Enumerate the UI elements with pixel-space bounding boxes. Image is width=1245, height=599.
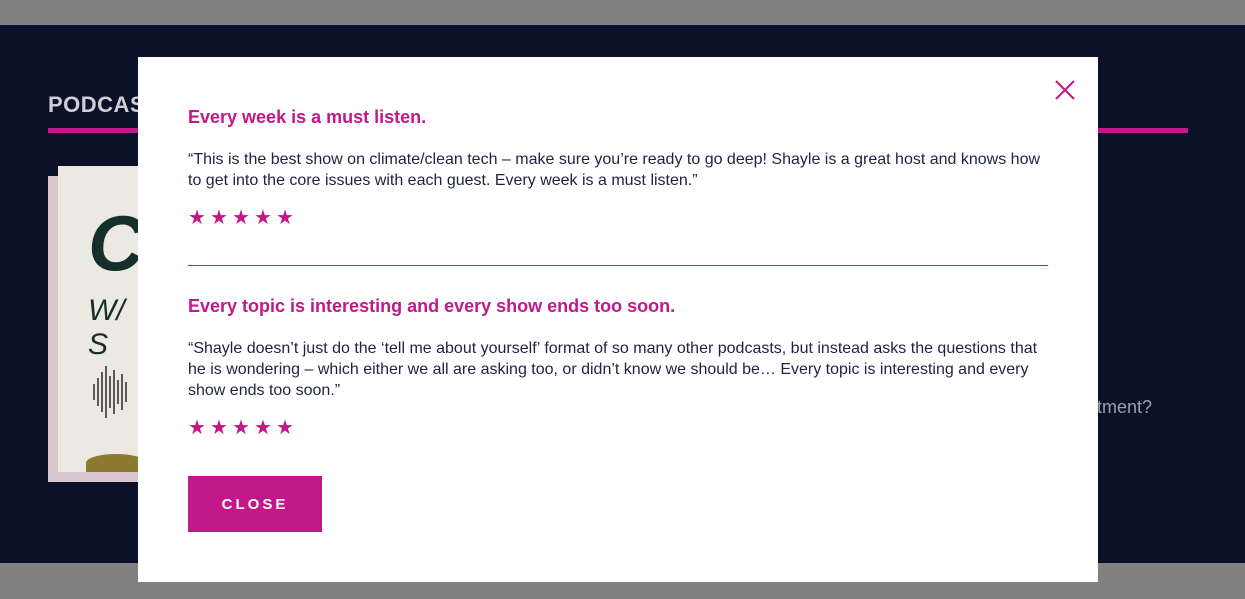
review-item: Every topic is interesting and every sho…	[188, 296, 1048, 438]
section-title: PODCAS	[48, 92, 146, 117]
reviews-modal: Every week is a must listen. “This is th…	[138, 57, 1098, 582]
star-icon: ★	[210, 417, 228, 439]
background-teaser-text: tment?	[1097, 397, 1153, 417]
cover-hill-graphic	[86, 454, 138, 472]
star-icon: ★	[254, 207, 272, 229]
review-divider	[188, 265, 1048, 266]
close-button[interactable]: CLOSE	[188, 476, 322, 532]
review-quote: “This is the best show on climate/clean …	[188, 151, 1041, 189]
review-title: Every topic is interesting and every sho…	[188, 296, 676, 316]
star-icon: ★	[188, 207, 206, 229]
star-icon: ★	[254, 417, 272, 439]
star-icon: ★	[232, 417, 250, 439]
podcast-cover-art[interactable]: CA W/ S	[58, 166, 138, 472]
star-icon: ★	[276, 417, 294, 439]
cover-subtitle: W/ S	[88, 294, 125, 361]
waveform-icon	[93, 366, 127, 418]
star-rating: ★ ★ ★ ★ ★	[188, 418, 1048, 438]
star-icon: ★	[276, 207, 294, 229]
star-rating: ★ ★ ★ ★ ★	[188, 208, 1048, 228]
review-title: Every week is a must listen.	[188, 107, 427, 127]
review-quote: “Shayle doesn’t just do the ‘tell me abo…	[188, 340, 1038, 399]
close-x-icon[interactable]	[1054, 79, 1076, 101]
star-icon: ★	[232, 207, 250, 229]
review-item: Every week is a must listen. “This is th…	[188, 107, 1048, 228]
star-icon: ★	[210, 207, 228, 229]
star-icon: ★	[188, 417, 206, 439]
cover-title-letters: CA	[88, 199, 138, 287]
